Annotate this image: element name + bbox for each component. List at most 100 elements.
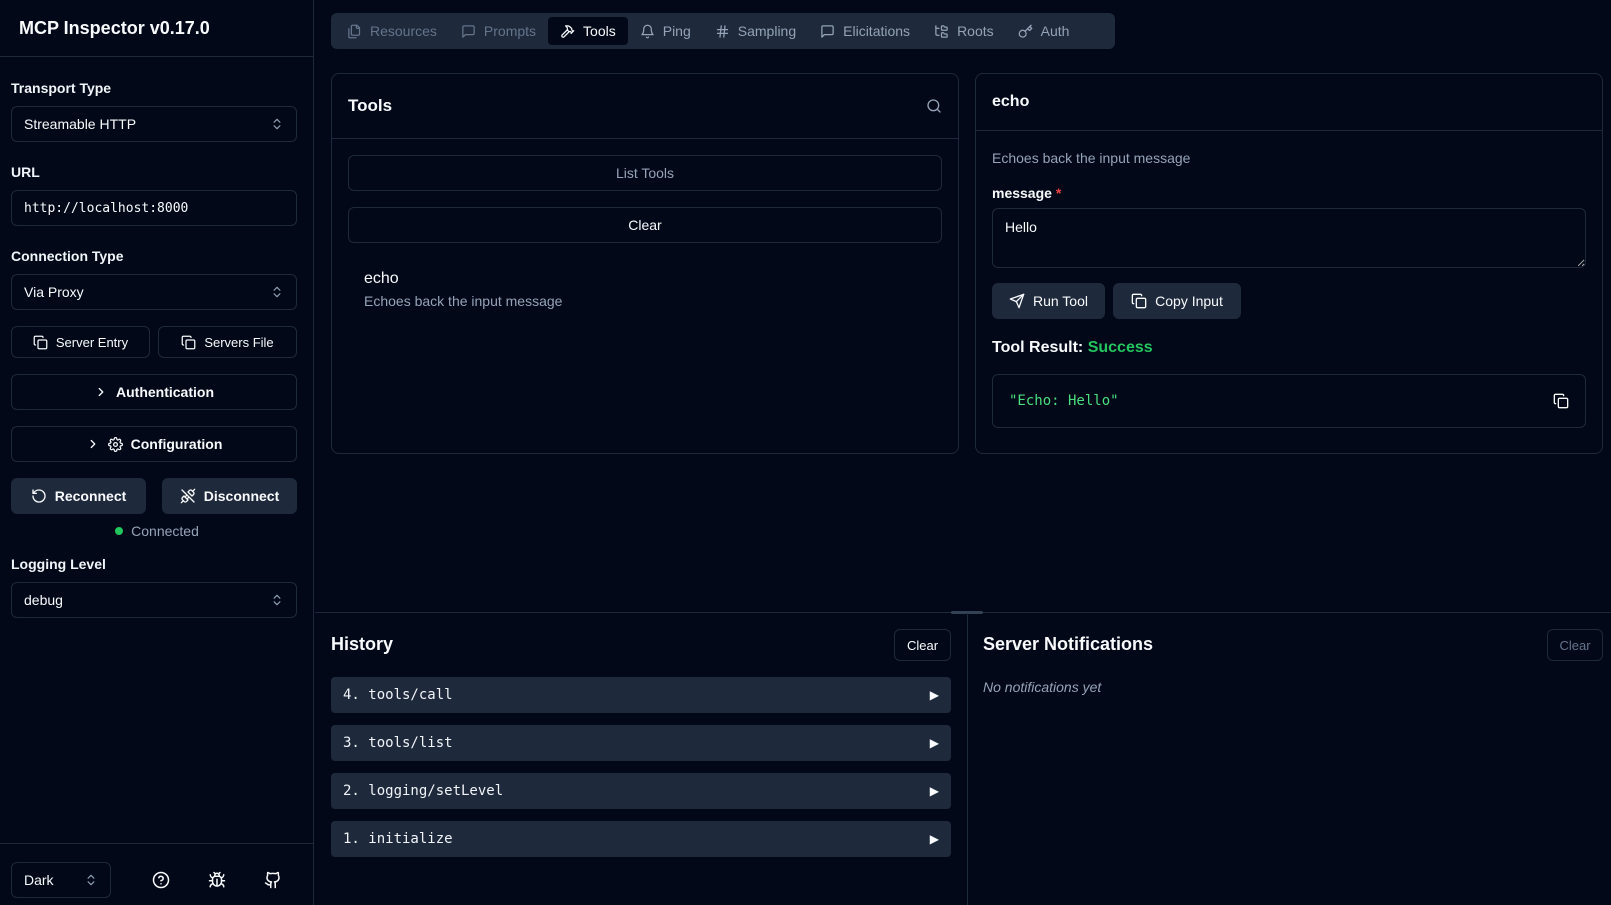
history-item[interactable]: 4. tools/call ▶	[331, 677, 951, 713]
tool-detail-title: echo	[992, 93, 1030, 110]
key-icon	[1018, 24, 1033, 39]
tool-item-name: echo	[364, 270, 399, 287]
tools-panel: Tools List Tools Clear echo Echoes back …	[331, 73, 959, 454]
tab-prompts[interactable]: Prompts	[449, 17, 548, 45]
tab-roots[interactable]: Roots	[922, 17, 1006, 45]
authentication-toggle[interactable]: Authentication	[11, 374, 297, 410]
tool-detail-description: Echoes back the input message	[992, 150, 1191, 166]
expand-arrow-icon: ▶	[929, 784, 939, 798]
reconnect-label: Reconnect	[54, 488, 127, 504]
pane-divider-vertical	[967, 613, 968, 905]
tool-result-box: "Echo: Hello"	[992, 374, 1586, 428]
tab-resources[interactable]: Resources	[335, 17, 449, 45]
hammer-icon	[560, 24, 575, 39]
history-title: History	[331, 634, 394, 654]
status-text: Connected	[131, 523, 199, 539]
clear-history-button[interactable]: Clear	[894, 629, 951, 661]
disconnect-button[interactable]: Disconnect	[162, 478, 297, 514]
bug-icon[interactable]	[205, 868, 229, 892]
sidebar: MCP Inspector v0.17.0 Transport Type Str…	[0, 0, 314, 905]
tool-detail-panel: echo Echoes back the input message messa…	[975, 73, 1603, 454]
folder-tree-icon	[934, 24, 949, 39]
help-icon[interactable]	[149, 868, 173, 892]
rotate-ccw-icon	[31, 488, 47, 504]
message-input[interactable]: Hello	[992, 208, 1586, 268]
tab-label: Tools	[583, 23, 616, 39]
server-entry-label: Server Entry	[55, 334, 129, 350]
tool-item-description: Echoes back the input message	[364, 293, 563, 309]
tab-label: Auth	[1040, 23, 1070, 39]
copy-input-button[interactable]: Copy Input	[1113, 283, 1241, 319]
unplug-icon	[180, 488, 196, 504]
copy-icon	[181, 335, 196, 350]
connection-type-select[interactable]: Via Proxy	[11, 274, 297, 310]
connection-status: Connected	[0, 523, 314, 539]
clear-history-label: Clear	[906, 637, 939, 653]
tools-panel-title: Tools	[348, 96, 393, 115]
tool-result-status: Success	[1087, 339, 1153, 356]
hash-icon	[715, 24, 730, 39]
github-icon[interactable]	[261, 868, 285, 892]
expand-arrow-icon: ▶	[929, 832, 939, 846]
tab-sampling[interactable]: Sampling	[703, 17, 808, 45]
sidebar-footer: Dark	[0, 843, 314, 905]
chevron-right-icon	[86, 437, 100, 451]
copy-icon	[33, 335, 48, 350]
history-item-label: 4. tools/call	[343, 687, 453, 703]
logging-level-label: Logging Level	[11, 556, 106, 572]
clear-notifications-button[interactable]: Clear	[1547, 629, 1603, 661]
configuration-toggle[interactable]: Configuration	[11, 426, 297, 462]
clear-tools-button[interactable]: Clear	[348, 207, 942, 243]
chevron-right-icon	[94, 385, 108, 399]
copy-icon[interactable]	[1553, 393, 1569, 409]
search-icon[interactable]	[926, 98, 942, 114]
status-dot	[115, 527, 124, 535]
bell-icon	[640, 24, 655, 39]
send-icon	[1009, 293, 1025, 309]
expand-arrow-icon: ▶	[929, 688, 939, 702]
history-item[interactable]: 2. logging/setLevel ▶	[331, 773, 951, 809]
copy-icon	[1131, 293, 1147, 309]
message-square-icon	[820, 24, 835, 39]
notifications-title: Server Notifications	[983, 634, 1154, 654]
tab-label: Resources	[370, 23, 437, 39]
history-item[interactable]: 3. tools/list ▶	[331, 725, 951, 761]
message-icon	[461, 24, 476, 39]
required-mark: *	[1055, 185, 1062, 201]
tab-elicitations[interactable]: Elicitations	[808, 17, 922, 45]
url-value: http://localhost:8000	[24, 200, 189, 216]
tab-label: Sampling	[737, 23, 797, 39]
copy-input-label: Copy Input	[1155, 293, 1223, 309]
param-name: message	[992, 185, 1052, 201]
url-input[interactable]: http://localhost:8000	[11, 190, 297, 226]
tool-result-output: "Echo: Hello"	[1009, 393, 1119, 409]
tool-list-item[interactable]: echo Echoes back the input message	[348, 266, 942, 316]
history-item[interactable]: 1. initialize ▶	[331, 821, 951, 857]
theme-value: Dark	[24, 872, 54, 888]
connection-type-value: Via Proxy	[24, 284, 84, 300]
tab-auth[interactable]: Auth	[1006, 17, 1082, 45]
clear-notifications-label: Clear	[1559, 637, 1591, 653]
transport-type-select[interactable]: Streamable HTTP	[11, 106, 297, 142]
tool-detail-header: echo	[976, 74, 1602, 131]
servers-file-label: Servers File	[204, 334, 274, 350]
tab-label: Roots	[957, 23, 994, 39]
server-entry-button[interactable]: Server Entry	[11, 326, 150, 358]
run-tool-label: Run Tool	[1032, 293, 1088, 309]
list-tools-button[interactable]: List Tools	[348, 155, 942, 191]
theme-select[interactable]: Dark	[11, 862, 111, 898]
sidebar-header: MCP Inspector v0.17.0	[0, 0, 313, 57]
chevrons-up-down-icon	[270, 117, 284, 131]
reconnect-button[interactable]: Reconnect	[11, 478, 146, 514]
run-tool-button[interactable]: Run Tool	[992, 283, 1105, 319]
history-item-label: 1. initialize	[343, 831, 453, 847]
tab-label: Ping	[662, 23, 691, 39]
logging-level-select[interactable]: debug	[11, 582, 297, 618]
tool-result-heading: Tool Result: Success	[992, 339, 1153, 357]
servers-file-button[interactable]: Servers File	[158, 326, 297, 358]
tab-ping[interactable]: Ping	[628, 17, 703, 45]
chevrons-up-down-icon	[270, 285, 284, 299]
gear-icon	[107, 436, 123, 452]
tab-tools[interactable]: Tools	[548, 17, 628, 45]
history-item-label: 2. logging/setLevel	[343, 783, 504, 799]
